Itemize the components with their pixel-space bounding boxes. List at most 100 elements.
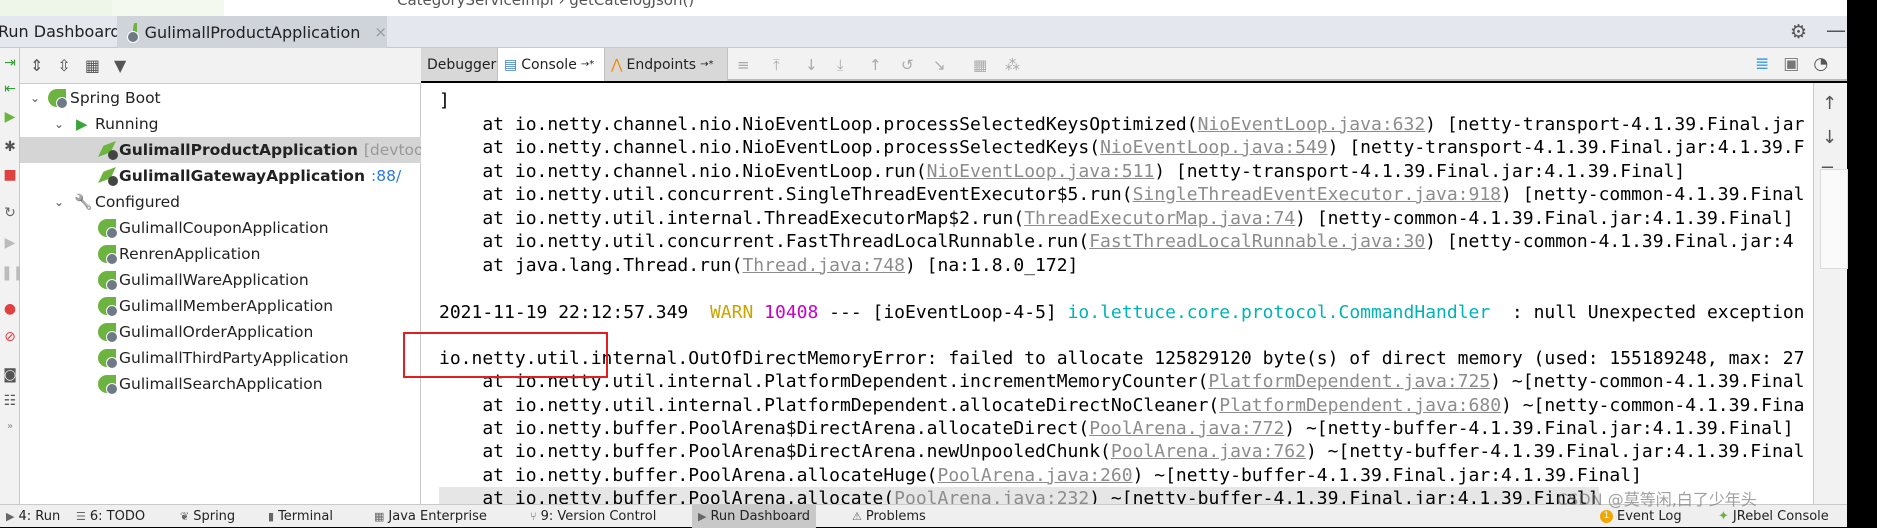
pause-icon[interactable]: ❚❚ — [1, 264, 24, 282]
tree-item[interactable]: ⌄ ▶ Running — [20, 111, 421, 137]
tool-window-6-todo[interactable]: ☰ 6: TODO — [76, 505, 145, 528]
tree-item-configured-app[interactable]: GulimallCouponApplication — [20, 215, 421, 241]
console-text: ) [na:1.8.0_172] — [905, 254, 1079, 276]
collapse-all-icon[interactable]: ⇳ — [57, 56, 70, 75]
tool-window-spring[interactable]: ❦ Spring — [180, 505, 235, 528]
source-link[interactable]: PlatformDependent.java:725 — [1208, 371, 1490, 392]
console-side-toolbar: ↑ ↓ ═ — [1813, 83, 1848, 504]
run-icon[interactable]: ▶ — [1, 108, 19, 126]
rerun-icon[interactable]: ⇥ — [1, 54, 19, 72]
source-link[interactable]: NioEventLoop.java:632 — [1198, 114, 1426, 135]
console-output[interactable]: ] at io.netty.channel.nio.NioEventLoop.p… — [421, 83, 1813, 504]
source-link[interactable]: PoolArena.java:260 — [938, 465, 1133, 486]
step-out-icon[interactable]: ↑ — [869, 56, 882, 74]
console-line: at io.netty.util.concurrent.FastThreadLo… — [439, 230, 1793, 253]
tree-item-configured-app[interactable]: GulimallThirdPartyApplication — [20, 345, 421, 371]
source-link[interactable]: Thread.java:748 — [742, 255, 905, 276]
console-text: : null Unexpected exception — [1490, 301, 1805, 323]
chevron-down-icon[interactable]: ⌄ — [54, 117, 64, 131]
evaluate-icon[interactable]: ▦ — [973, 56, 987, 74]
breakpoints-icon[interactable]: ● — [1, 300, 19, 318]
source-link[interactable]: SingleThreadEventExecutor.java:918 — [1133, 184, 1501, 205]
layout-icon[interactable]: ☷ — [1, 392, 19, 410]
gauge-icon[interactable]: ◔ — [1813, 54, 1828, 74]
tree-toolbar: ⇕ ⇳ ▦ ▼ — [20, 48, 421, 84]
show-execution-point-icon[interactable]: ⤒ — [773, 56, 780, 74]
breadcrumb-method[interactable]: getCatelogJson() — [569, 0, 694, 9]
tool-window-label: Run Dashboard — [710, 509, 811, 524]
source-link[interactable]: PoolArena.java:772 — [1089, 418, 1284, 439]
step-over-icon[interactable]: ↓ — [805, 56, 818, 74]
pin-icon[interactable]: →* — [700, 59, 713, 70]
source-link[interactable]: PoolArena.java:762 — [1111, 441, 1306, 462]
tool-window-label: Problems — [865, 509, 926, 524]
tool-window-terminal[interactable]: ▮ Terminal — [268, 505, 333, 528]
source-link[interactable]: NioEventLoop.java:549 — [1100, 137, 1328, 158]
scroll-down-icon[interactable]: ↓ — [1822, 127, 1837, 148]
tree-item-configured-app[interactable]: GulimallWareApplication — [20, 267, 421, 293]
tool-window-problems[interactable]: ⚠ Problems — [852, 505, 926, 528]
console-text: at io.netty.channel.nio.NioEventLoop.pro… — [439, 113, 1198, 135]
drop-frame-icon[interactable]: ↺ — [901, 56, 914, 74]
camera-icon[interactable]: ◙ — [1, 366, 19, 384]
filter-icon[interactable]: ▼ — [114, 56, 126, 75]
tree-item-configured-app[interactable]: GulimallMemberApplication — [20, 293, 421, 319]
console-line: at io.netty.channel.nio.NioEventLoop.pro… — [439, 113, 1804, 136]
chevron-down-icon[interactable]: ⌄ — [30, 91, 40, 105]
tool-window-4-run[interactable]: ▶ 4: Run — [6, 505, 60, 528]
source-link[interactable]: PoolArena.java:232 — [894, 488, 1089, 504]
more-icon[interactable]: » — [1, 418, 19, 436]
debug-bug-icon — [108, 176, 118, 186]
tab-console[interactable]: ▤ Console →* — [498, 48, 605, 81]
console-text: WARN — [709, 301, 754, 323]
tab-endpoints-label: Endpoints — [626, 56, 697, 73]
group-icon[interactable]: ▦ — [85, 56, 100, 75]
tool-window-run-dashboard[interactable]: ▶ Run Dashboard — [692, 505, 817, 528]
tree-item[interactable]: ⌄ 🔧 Configured — [20, 189, 421, 215]
console-text: ] — [439, 90, 450, 111]
tree-item-running-app[interactable]: GulimallGatewayApplication:88/ — [20, 163, 421, 189]
tool-window-label: Java Enterprise — [388, 509, 487, 524]
tab-endpoints[interactable]: ⋀ Endpoints →* — [605, 48, 728, 81]
soft-wrap-icon[interactable]: ≣ — [1755, 54, 1769, 74]
chevron-down-icon[interactable]: ⌄ — [54, 195, 64, 209]
tree-item-configured-app[interactable]: GulimallSearchApplication — [20, 371, 421, 397]
app-name: GulimallSearchApplication — [119, 375, 323, 393]
tree-item-configured-app[interactable]: GulimallOrderApplication — [20, 319, 421, 345]
scroll-up-icon[interactable]: ↑ — [1822, 93, 1837, 114]
rerun-failed-icon[interactable]: ⇤ — [1, 80, 19, 98]
tab-debugger[interactable]: Debugger — [421, 48, 498, 81]
run-to-cursor-icon[interactable]: ↘ — [933, 56, 946, 74]
run-config-tab[interactable]: GulimallProductApplication × — [117, 16, 387, 48]
tool-window-9-version-control[interactable]: ⑂ 9: Version Control — [530, 505, 656, 528]
threads-icon[interactable]: ≡ — [737, 56, 750, 74]
breadcrumb-class[interactable]: CategoryServiceImpl — [397, 0, 554, 9]
trace-icon[interactable]: ⁂ — [1005, 56, 1020, 74]
jrebel-console-label: JRebel Console — [1732, 509, 1829, 524]
source-link[interactable]: FastThreadLocalRunnable.java:30 — [1089, 231, 1425, 252]
editor-breadcrumb[interactable]: CategoryServiceImpl › getCatelogJson() — [397, 0, 694, 9]
source-link[interactable]: NioEventLoop.java:511 — [927, 161, 1155, 182]
tool-window-java-enterprise[interactable]: ▦ Java Enterprise — [374, 505, 487, 528]
tree-item-running-app[interactable]: GulimallProductApplication [devtools] — [20, 137, 442, 163]
print-icon[interactable]: ▣ — [1783, 54, 1799, 74]
resume-icon[interactable]: ▶ — [1, 234, 19, 252]
gear-icon[interactable]: ⚙ — [1790, 21, 1807, 43]
mute-breakpoints-icon[interactable]: ⊘ — [1, 328, 19, 346]
minimize-icon[interactable]: — — [1826, 18, 1846, 42]
debug-icon[interactable]: ✱ — [1, 138, 19, 156]
pin-icon[interactable]: →* — [581, 59, 594, 70]
restart-icon[interactable]: ↻ — [1, 204, 19, 222]
expand-all-icon[interactable]: ⇕ — [30, 56, 43, 75]
source-link[interactable]: ThreadExecutorMap.java:74 — [1024, 208, 1295, 229]
scrollbar-thumb[interactable] — [1820, 169, 1848, 269]
step-into-icon[interactable]: ⤓ — [837, 56, 844, 74]
tree-item[interactable]: ⌄ Spring Boot — [20, 85, 421, 111]
tree-item-configured-app[interactable]: RenrenApplication — [20, 241, 421, 267]
run-dashboard-header: Run Dashboard: GulimallProductApplicatio… — [0, 16, 1847, 48]
stop-icon[interactable]: ■ — [1, 166, 19, 184]
close-icon[interactable]: × — [374, 23, 387, 41]
source-link[interactable]: PlatformDependent.java:680 — [1219, 395, 1501, 416]
spring-boot-icon — [98, 349, 118, 369]
